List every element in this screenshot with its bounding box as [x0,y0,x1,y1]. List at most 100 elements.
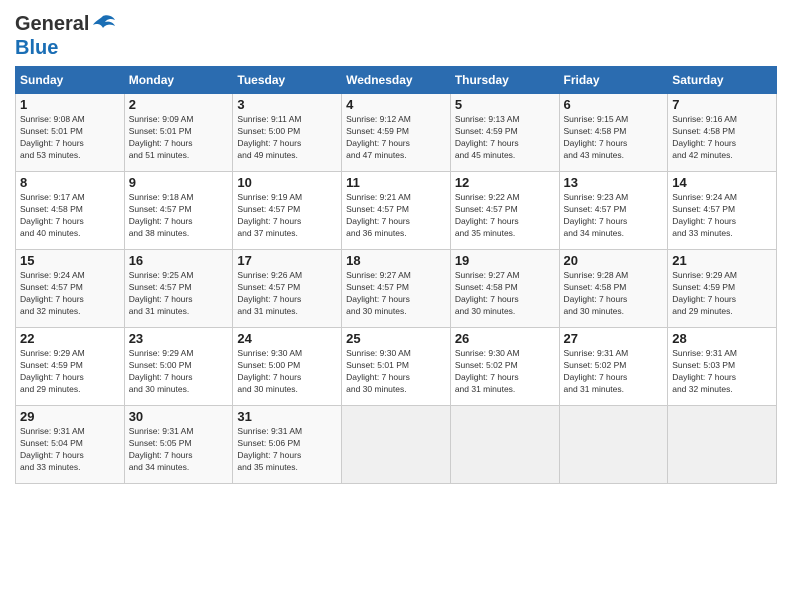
day-info: Sunrise: 9:12 AM Sunset: 4:59 PM Dayligh… [346,114,446,162]
logo-general: General [15,13,89,35]
calendar-week-row: 22 Sunrise: 9:29 AM Sunset: 4:59 PM Dayli… [16,328,777,406]
day-info: Sunrise: 9:08 AM Sunset: 5:01 PM Dayligh… [20,114,120,162]
day-info: Sunrise: 9:13 AM Sunset: 4:59 PM Dayligh… [455,114,555,162]
day-info: Sunrise: 9:19 AM Sunset: 4:57 PM Dayligh… [237,192,337,240]
day-number: 16 [129,253,229,268]
day-number: 22 [20,331,120,346]
day-number: 7 [672,97,772,112]
day-number: 8 [20,175,120,190]
calendar-cell: 20 Sunrise: 9:28 AM Sunset: 4:58 PM Dayli… [559,250,668,328]
header-cell-thursday: Thursday [450,67,559,94]
header-cell-wednesday: Wednesday [342,67,451,94]
calendar-cell: 1 Sunrise: 9:08 AM Sunset: 5:01 PM Daylig… [16,94,125,172]
calendar-body: 1 Sunrise: 9:08 AM Sunset: 5:01 PM Daylig… [16,94,777,484]
day-number: 23 [129,331,229,346]
calendar-cell [450,406,559,484]
calendar-week-row: 15Sunrise: 9:24 AM Sunset: 4:57 PM Dayli… [16,250,777,328]
day-number: 13 [564,175,664,190]
calendar-cell: 14 Sunrise: 9:24 AM Sunset: 4:57 PM Dayli… [668,172,777,250]
header-cell-tuesday: Tuesday [233,67,342,94]
day-number: 5 [455,97,555,112]
day-number: 12 [455,175,555,190]
day-info: Sunrise: 9:31 AM Sunset: 5:04 PM Dayligh… [20,426,120,474]
day-number: 3 [237,97,337,112]
header-cell-saturday: Saturday [668,67,777,94]
day-info: Sunrise: 9:31 AM Sunset: 5:06 PM Dayligh… [237,426,337,474]
calendar-cell: 7 Sunrise: 9:16 AM Sunset: 4:58 PM Daylig… [668,94,777,172]
day-number: 25 [346,331,446,346]
day-number: 29 [20,409,120,424]
day-number: 1 [20,97,120,112]
day-info: Sunrise: 9:30 AM Sunset: 5:00 PM Dayligh… [237,348,337,396]
day-number: 9 [129,175,229,190]
day-info: Sunrise: 9:28 AM Sunset: 4:58 PM Dayligh… [564,270,664,318]
day-info: Sunrise: 9:29 AM Sunset: 4:59 PM Dayligh… [672,270,772,318]
day-number: 21 [672,253,772,268]
day-number: 20 [564,253,664,268]
day-info: Sunrise: 9:30 AM Sunset: 5:01 PM Dayligh… [346,348,446,396]
calendar-cell: 28 Sunrise: 9:31 AM Sunset: 5:03 PM Dayli… [668,328,777,406]
day-number: 30 [129,409,229,424]
day-info: Sunrise: 9:09 AM Sunset: 5:01 PM Dayligh… [129,114,229,162]
day-info: Sunrise: 9:26 AM Sunset: 4:57 PM Dayligh… [237,270,337,318]
main-container: General Blue SundayMondayTuesdayWednesda… [0,0,792,494]
day-info: Sunrise: 9:24 AM Sunset: 4:57 PM Dayligh… [20,270,120,318]
header-cell-sunday: Sunday [16,67,125,94]
calendar-cell: 23 Sunrise: 9:29 AM Sunset: 5:00 PM Dayli… [124,328,233,406]
calendar-cell: 15Sunrise: 9:24 AM Sunset: 4:57 PM Dayli… [16,250,125,328]
header-cell-monday: Monday [124,67,233,94]
day-number: 27 [564,331,664,346]
logo-blue: Blue [15,38,117,58]
calendar-week-row: 1 Sunrise: 9:08 AM Sunset: 5:01 PM Daylig… [16,94,777,172]
day-number: 11 [346,175,446,190]
calendar-cell: 25 Sunrise: 9:30 AM Sunset: 5:01 PM Dayli… [342,328,451,406]
day-info: Sunrise: 9:31 AM Sunset: 5:03 PM Dayligh… [672,348,772,396]
day-info: Sunrise: 9:25 AM Sunset: 4:57 PM Dayligh… [129,270,229,318]
calendar-cell: 4 Sunrise: 9:12 AM Sunset: 4:59 PM Daylig… [342,94,451,172]
calendar-cell [668,406,777,484]
calendar-table: SundayMondayTuesdayWednesdayThursdayFrid… [15,66,777,484]
calendar-cell: 2 Sunrise: 9:09 AM Sunset: 5:01 PM Daylig… [124,94,233,172]
calendar-cell: 26Sunrise: 9:30 AM Sunset: 5:02 PM Dayli… [450,328,559,406]
day-info: Sunrise: 9:24 AM Sunset: 4:57 PM Dayligh… [672,192,772,240]
day-info: Sunrise: 9:29 AM Sunset: 5:00 PM Dayligh… [129,348,229,396]
calendar-cell: 16 Sunrise: 9:25 AM Sunset: 4:57 PM Dayli… [124,250,233,328]
calendar-cell: 27Sunrise: 9:31 AM Sunset: 5:02 PM Dayli… [559,328,668,406]
calendar-header-row: SundayMondayTuesdayWednesdayThursdayFrid… [16,67,777,94]
calendar-week-row: 8 Sunrise: 9:17 AM Sunset: 4:58 PM Daylig… [16,172,777,250]
calendar-cell: 12 Sunrise: 9:22 AM Sunset: 4:57 PM Dayli… [450,172,559,250]
calendar-cell: 9Sunrise: 9:18 AM Sunset: 4:57 PM Daylig… [124,172,233,250]
day-info: Sunrise: 9:29 AM Sunset: 4:59 PM Dayligh… [20,348,120,396]
day-info: Sunrise: 9:27 AM Sunset: 4:57 PM Dayligh… [346,270,446,318]
day-info: Sunrise: 9:21 AM Sunset: 4:57 PM Dayligh… [346,192,446,240]
logo: General Blue [15,10,117,58]
calendar-cell: 24 Sunrise: 9:30 AM Sunset: 5:00 PM Dayli… [233,328,342,406]
day-number: 24 [237,331,337,346]
day-info: Sunrise: 9:23 AM Sunset: 4:57 PM Dayligh… [564,192,664,240]
day-number: 14 [672,175,772,190]
calendar-cell: 11 Sunrise: 9:21 AM Sunset: 4:57 PM Dayli… [342,172,451,250]
calendar-cell: 31Sunrise: 9:31 AM Sunset: 5:06 PM Dayli… [233,406,342,484]
calendar-cell: 6Sunrise: 9:15 AM Sunset: 4:58 PM Daylig… [559,94,668,172]
day-number: 10 [237,175,337,190]
calendar-cell: 17 Sunrise: 9:26 AM Sunset: 4:57 PM Dayli… [233,250,342,328]
calendar-cell [342,406,451,484]
day-info: Sunrise: 9:15 AM Sunset: 4:58 PM Dayligh… [564,114,664,162]
calendar-cell: 5 Sunrise: 9:13 AM Sunset: 4:59 PM Daylig… [450,94,559,172]
day-info: Sunrise: 9:16 AM Sunset: 4:58 PM Dayligh… [672,114,772,162]
header-cell-friday: Friday [559,67,668,94]
day-info: Sunrise: 9:17 AM Sunset: 4:58 PM Dayligh… [20,192,120,240]
day-number: 4 [346,97,446,112]
day-number: 17 [237,253,337,268]
logo-bird-icon [89,10,117,38]
day-number: 18 [346,253,446,268]
day-info: Sunrise: 9:22 AM Sunset: 4:57 PM Dayligh… [455,192,555,240]
calendar-cell: 21 Sunrise: 9:29 AM Sunset: 4:59 PM Dayli… [668,250,777,328]
day-number: 2 [129,97,229,112]
day-info: Sunrise: 9:11 AM Sunset: 5:00 PM Dayligh… [237,114,337,162]
calendar-cell: 8 Sunrise: 9:17 AM Sunset: 4:58 PM Daylig… [16,172,125,250]
day-number: 26 [455,331,555,346]
day-number: 28 [672,331,772,346]
calendar-cell: 13 Sunrise: 9:23 AM Sunset: 4:57 PM Dayli… [559,172,668,250]
calendar-cell: 19Sunrise: 9:27 AM Sunset: 4:58 PM Dayli… [450,250,559,328]
